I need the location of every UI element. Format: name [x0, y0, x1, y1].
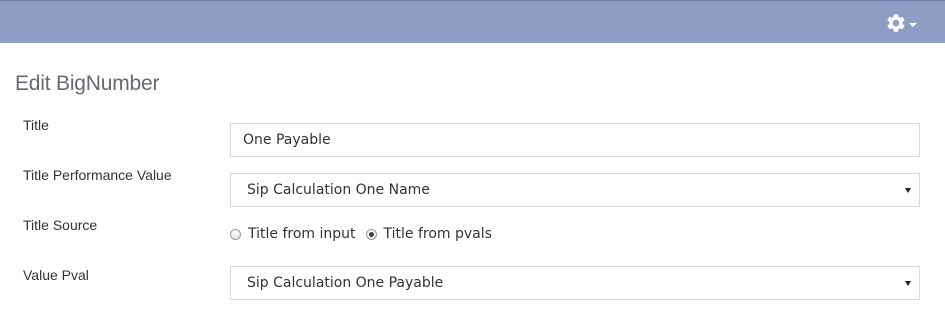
value-pval-label: Value Pval [23, 267, 89, 283]
gear-icon [885, 12, 907, 34]
top-navbar [0, 0, 945, 43]
radio-label-title-from-pvals: Title from pvals [383, 226, 492, 242]
title-source-label: Title Source [23, 217, 98, 233]
value-pval-select[interactable]: Sip Calculation One Payable [230, 266, 920, 300]
title-source-radio-group: Title from input Title from pvals [230, 226, 502, 242]
dropdown-caret-icon [905, 188, 911, 193]
title-performance-value-select[interactable]: Sip Calculation One Name [230, 173, 920, 207]
settings-menu-toggle[interactable] [885, 11, 919, 35]
radio-unchecked-icon[interactable] [230, 228, 241, 240]
radio-title-from-pvals[interactable]: Title from pvals [365, 226, 492, 242]
radio-title-from-input[interactable]: Title from input [230, 226, 356, 242]
radio-label-title-from-input: Title from input [248, 226, 356, 242]
value-pval-selected: Sip Calculation One Payable [247, 275, 444, 291]
radio-checked-icon[interactable] [365, 228, 377, 240]
title-label: Title [23, 117, 49, 133]
title-performance-value-label: Title Performance Value [23, 167, 172, 183]
title-performance-value-selected: Sip Calculation One Name [247, 182, 430, 198]
page-title: Edit BigNumber [15, 72, 160, 95]
dropdown-caret-icon [905, 281, 911, 286]
title-input[interactable] [230, 123, 920, 157]
caret-down-icon [909, 23, 917, 27]
